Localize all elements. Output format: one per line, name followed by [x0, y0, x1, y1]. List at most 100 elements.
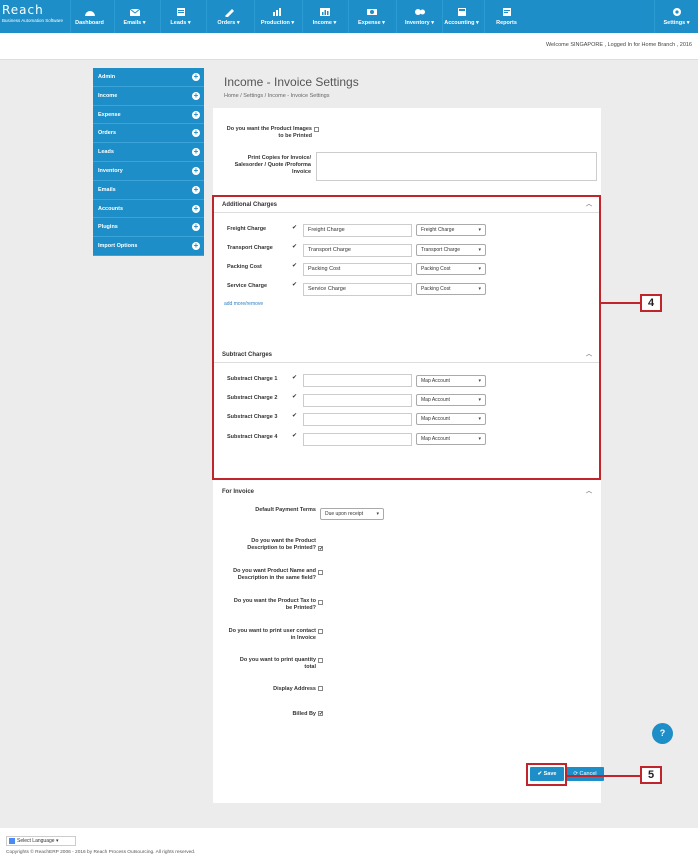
nav-settings[interactable]: Settings ▾: [654, 0, 698, 33]
product-description-checkbox[interactable]: ✔: [318, 546, 323, 552]
nav-orders[interactable]: Orders ▾: [206, 0, 250, 33]
sidebar-item-expense[interactable]: Expense +: [93, 106, 204, 125]
label-line: Do you want the Product Tax to: [233, 598, 316, 604]
plus-icon[interactable]: +: [192, 148, 200, 157]
annotation-label-5: 5: [640, 766, 662, 784]
sidebar-item-label: Orders: [98, 130, 117, 137]
nav-dashboard[interactable]: Dashboard: [70, 0, 108, 33]
quantity-total-checkbox[interactable]: [318, 658, 323, 663]
plus-icon[interactable]: +: [192, 242, 200, 251]
nav-production[interactable]: Production ▾: [254, 0, 300, 33]
nav-emails[interactable]: Emails ▾: [114, 0, 154, 33]
nav-label: Production ▾: [260, 20, 295, 26]
display-address-checkbox[interactable]: [318, 686, 323, 691]
plus-icon[interactable]: +: [192, 204, 200, 213]
page-title: Income - Invoice Settings: [224, 75, 359, 89]
payment-terms-select[interactable]: Due upon receipt ▾: [320, 508, 384, 520]
breadcrumb[interactable]: Home / Settings / Income - Invoice Setti…: [224, 93, 329, 99]
nav-label: Expense ▾: [358, 20, 385, 26]
billed-by-checkbox[interactable]: ✔: [318, 711, 323, 717]
product-images-label: Do you want the Product Images to be Pri…: [222, 126, 312, 140]
annotation-connector-4: [601, 302, 641, 304]
nav-label: Settings ▾: [663, 20, 690, 26]
label-line: Description in the same field?: [237, 575, 316, 581]
section-title: For Invoice: [222, 489, 255, 495]
nav-label: Reports: [496, 20, 517, 26]
plus-icon[interactable]: +: [192, 185, 200, 194]
label-line: Do you want to print quantity: [239, 657, 316, 663]
label-line: Do you want the Product Images: [226, 126, 312, 132]
product-images-checkbox[interactable]: [314, 127, 319, 132]
orders-icon: [223, 7, 235, 17]
plus-icon[interactable]: +: [192, 166, 200, 175]
nav-label: Accounting ▾: [444, 20, 479, 26]
label-line: be Printed?: [285, 605, 316, 611]
help-chat-icon[interactable]: ?: [652, 723, 673, 744]
sidebar-item-income[interactable]: Income +: [93, 87, 204, 106]
nav-leads[interactable]: Leads ▾: [160, 0, 200, 33]
nav-label: Income ▾: [312, 20, 337, 26]
label-line: Do you want to print user contact: [228, 628, 316, 634]
nav-label: Inventory ▾: [404, 20, 435, 26]
reports-icon: [501, 7, 513, 17]
payment-terms-label: Default Payment Terms: [255, 507, 316, 513]
sidebar-item-label: Leads: [98, 149, 114, 156]
footer: Select Language ▾ Copyrights © ReachERP …: [0, 828, 698, 860]
annotation-label-4: 4: [640, 294, 662, 312]
user-contact-checkbox[interactable]: [318, 629, 323, 634]
plus-icon[interactable]: +: [192, 129, 200, 138]
billed-by-label: Billed By: [292, 711, 316, 717]
nav-expense[interactable]: Expense ▾: [348, 0, 394, 33]
google-translate-icon: [9, 838, 15, 844]
brand-logo[interactable]: Reach Business Automation Software: [2, 3, 66, 31]
dashboard-icon: [84, 7, 96, 17]
product-tax-checkbox[interactable]: [318, 600, 323, 605]
sidebar-item-label: Plugins: [98, 224, 118, 231]
plus-icon[interactable]: +: [192, 223, 200, 232]
print-copies-label: Print Copies for Invoice/ Salesorder / Q…: [222, 155, 311, 176]
cancel-button[interactable]: ⟳ Cancel: [566, 767, 604, 781]
for-invoice-header[interactable]: For Invoice ︿: [213, 484, 601, 500]
chevron-up-icon[interactable]: ︿: [586, 484, 592, 500]
welcome-bar: Welcome SINGAPORE , Logged In for Home B…: [0, 33, 698, 60]
caret-down-icon: ▾: [55, 838, 59, 844]
annotation-connector-5: [567, 775, 641, 777]
sidebar-item-plugins[interactable]: Plugins +: [93, 218, 204, 238]
quantity-total-label: Do you want to print quantity total: [222, 657, 316, 671]
settings-sidebar: Admin + Income + Expense + Orders + Leads + I…: [93, 68, 204, 256]
sidebar-item-leads[interactable]: Leads +: [93, 143, 204, 162]
product-description-label: Do you want the Product Description to b…: [222, 538, 316, 552]
nav-income[interactable]: Income ▾: [302, 0, 346, 33]
nav-accounting[interactable]: Accounting ▾: [442, 0, 480, 33]
print-copies-textarea[interactable]: [316, 152, 597, 181]
label-line: Description to be Printed?: [247, 545, 316, 551]
nav-inventory[interactable]: Inventory ▾: [396, 0, 442, 33]
sidebar-item-admin[interactable]: Admin +: [93, 68, 204, 87]
nav-label: Orders ▾: [217, 20, 240, 26]
sidebar-item-inventory[interactable]: Inventory +: [93, 162, 204, 181]
label-line: to be Printed: [278, 133, 312, 139]
name-description-checkbox[interactable]: [318, 570, 323, 575]
sidebar-item-orders[interactable]: Orders +: [93, 124, 204, 144]
settings-icon: [671, 7, 683, 17]
copyright-text: Copyrights © ReachERP 2006 - 2016 by Rea…: [6, 850, 196, 855]
sidebar-item-accounts[interactable]: Accounts +: [93, 200, 204, 219]
sidebar-item-label: Income: [98, 92, 118, 99]
annotation-box-4: [212, 195, 601, 480]
plus-icon[interactable]: +: [192, 73, 200, 81]
sidebar-item-emails[interactable]: Emails +: [93, 181, 204, 200]
annotation-box-5: [526, 763, 567, 786]
nav-label: Leads ▾: [170, 20, 191, 26]
nav-reports[interactable]: Reports: [484, 0, 528, 33]
expense-icon: [366, 7, 378, 17]
inventory-icon: [414, 7, 426, 17]
language-select[interactable]: Select Language ▾: [6, 836, 76, 846]
plus-icon[interactable]: +: [192, 110, 200, 119]
welcome-text: Welcome SINGAPORE , Logged In for Home B…: [545, 42, 692, 48]
plus-icon[interactable]: +: [192, 91, 200, 100]
select-value: Due upon receipt: [325, 511, 364, 517]
accounting-icon: [456, 7, 468, 17]
label-line: Salesorder / Quote /Proforma: [234, 162, 311, 168]
language-select-label: Select Language: [17, 838, 55, 844]
sidebar-item-import-options[interactable]: Import Options +: [93, 237, 204, 256]
